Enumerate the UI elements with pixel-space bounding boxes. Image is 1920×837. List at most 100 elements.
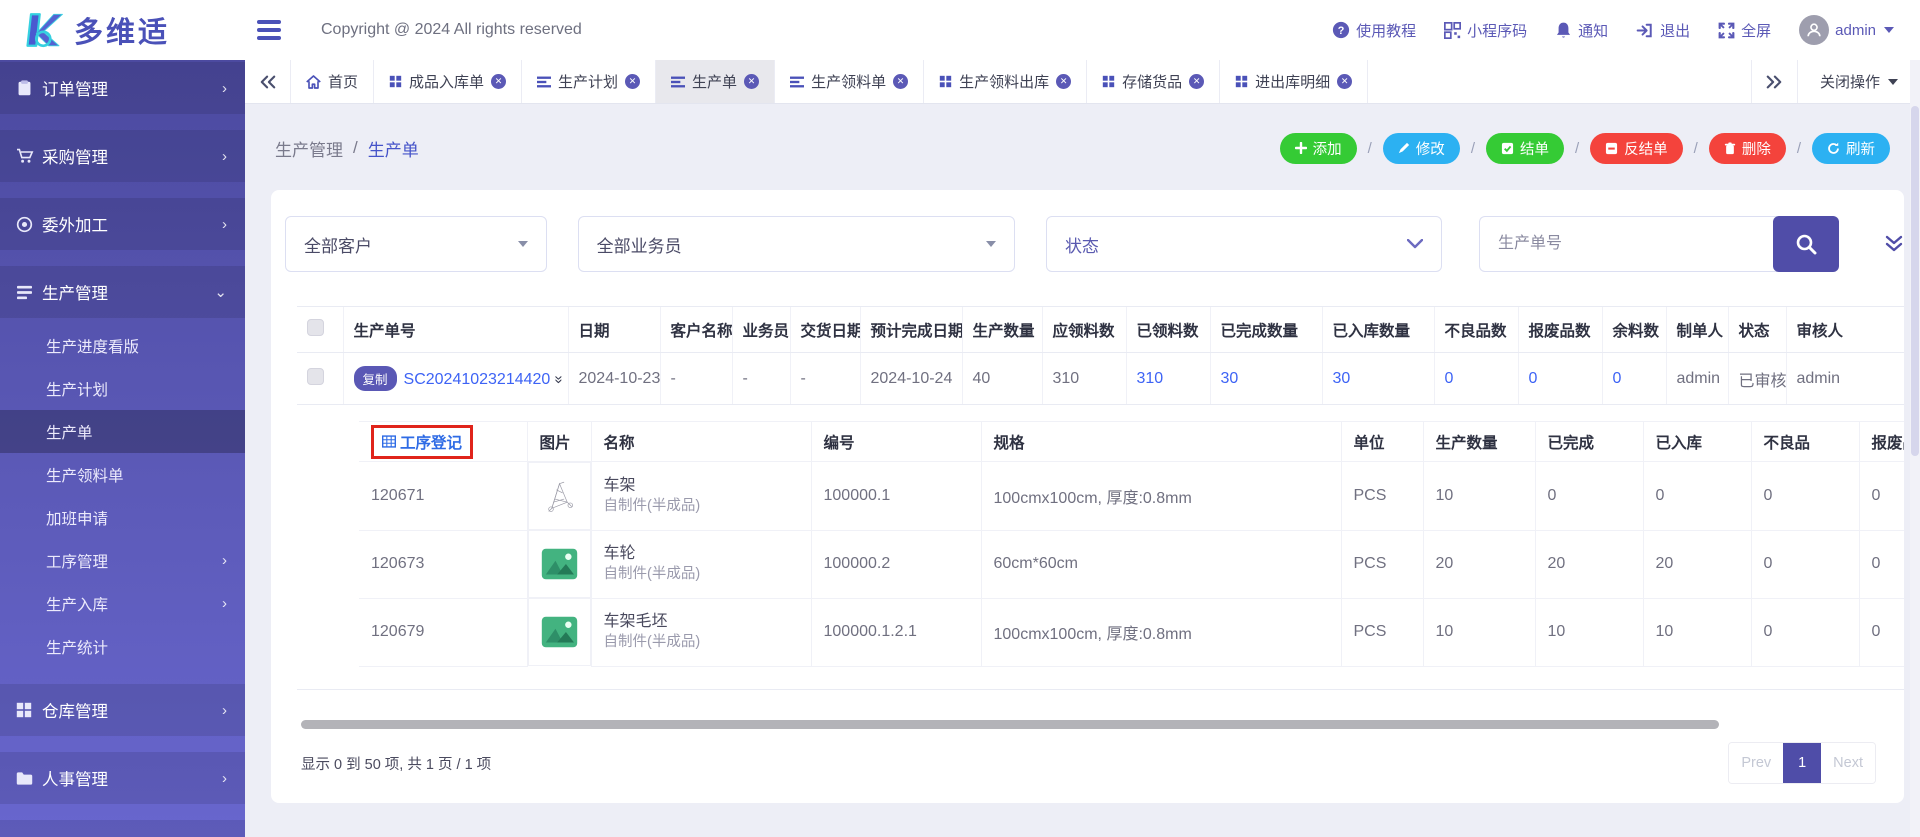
refresh-button[interactable]: 刷新 <box>1812 132 1890 164</box>
tab-home[interactable]: 首页 <box>291 60 375 103</box>
subcell-stored: 20 <box>1642 529 1752 599</box>
sidebar-subitem-production-stats[interactable]: 生产统计 <box>0 625 245 668</box>
close-icon[interactable]: ✕ <box>744 74 760 89</box>
vertical-scrollbar[interactable] <box>1911 106 1919 456</box>
tab-finished-goods-inbound[interactable]: 成品入库单 ✕ <box>374 60 523 103</box>
col-expected-date: 预计完成日期 <box>859 306 962 353</box>
close-icon[interactable]: ✕ <box>1337 74 1353 89</box>
defect-link[interactable]: 0 <box>1445 370 1454 387</box>
close-order-button[interactable]: 结单 <box>1485 132 1564 164</box>
tab-material-requisition[interactable]: 生产领料单 ✕ <box>775 60 925 103</box>
logo[interactable]: 多维适 <box>0 0 245 60</box>
subcell-unit: PCS <box>1340 529 1424 599</box>
sidebar-item-orders[interactable]: 订单管理 › <box>0 62 245 114</box>
tab-production-plan[interactable]: 生产计划 ✕ <box>522 60 657 103</box>
plus-icon <box>1294 142 1307 154</box>
status-select[interactable]: 状态 <box>1045 216 1442 272</box>
col-received-material: 已领料数 <box>1125 306 1210 353</box>
close-icon[interactable]: ✕ <box>1189 74 1205 89</box>
user-menu[interactable]: admin <box>1799 15 1894 45</box>
tab-stored-goods[interactable]: 存储货品 ✕ <box>1087 60 1221 103</box>
sidebar-subitem-production-plan[interactable]: 生产计划 <box>0 367 245 410</box>
miniprogram-link[interactable]: 小程序码 <box>1444 20 1527 41</box>
sidebar-item-finance[interactable]: ¥ 财务管理 › <box>0 820 245 837</box>
close-icon[interactable]: ✕ <box>893 74 909 89</box>
tab-label: 生产单 <box>692 74 738 91</box>
tab-label: 存储货品 <box>1122 74 1183 91</box>
sidebar-subitem-progress-board[interactable]: 生产进度看版 <box>0 324 245 367</box>
sidebar-subitem-production-inbound[interactable]: 生产入库 › <box>0 582 245 625</box>
scrap-link[interactable]: 0 <box>1529 370 1538 387</box>
chevron-down-icon: ⌄ <box>214 284 227 301</box>
horizontal-scrollbar[interactable] <box>301 720 1719 729</box>
cell-creator: admin <box>1665 352 1728 405</box>
tabs-scroll-left-button[interactable] <box>245 60 291 103</box>
salesman-select[interactable]: 全部业务员 <box>577 216 1015 272</box>
logo-k-icon <box>26 13 63 48</box>
sidebar-item-purchase[interactable]: 采购管理 › <box>0 130 245 182</box>
subcell-code: 120679 <box>359 597 528 667</box>
order-no-link[interactable]: SC20241023214420 <box>404 371 551 388</box>
subcell-scrap: 0 <box>1858 529 1904 599</box>
edit-button[interactable]: 修改 <box>1382 132 1460 164</box>
tab-production-order[interactable]: 生产单 ✕ <box>656 60 776 103</box>
copy-badge[interactable]: 复制 <box>353 366 397 391</box>
col-auditor: 审核人 <box>1785 306 1904 353</box>
sidebar-subitem-overtime-request[interactable]: 加班申请 <box>0 496 245 539</box>
select-all-checkbox[interactable] <box>307 318 324 336</box>
delete-button[interactable]: 删除 <box>1708 132 1786 164</box>
fullscreen-link[interactable]: 全屏 <box>1718 20 1771 41</box>
search-button[interactable] <box>1773 216 1839 272</box>
sidebar-subitem-material-requisition[interactable]: 生产领料单 <box>0 453 245 496</box>
current-page-button[interactable]: 1 <box>1783 743 1822 783</box>
hamburger-menu-icon[interactable] <box>257 20 281 40</box>
order-no-input[interactable] <box>1479 216 1777 272</box>
product-photo-image[interactable] <box>541 612 578 652</box>
tab-inout-detail[interactable]: 进出库明细 ✕ <box>1220 60 1369 103</box>
sidebar-item-warehouse[interactable]: 仓库管理 › <box>0 684 245 736</box>
close-operations-label: 关闭操作 <box>1819 74 1880 91</box>
trash-icon <box>1724 142 1735 154</box>
sidebar-subitem-production-order[interactable]: 生产单 <box>0 410 245 453</box>
customer-select[interactable]: 全部客户 <box>285 216 547 272</box>
sidebar-item-hr[interactable]: 人事管理 › <box>0 752 245 804</box>
close-icon[interactable]: ✕ <box>1056 74 1072 89</box>
completed-link[interactable]: 30 <box>1221 370 1239 387</box>
next-page-button[interactable]: Next <box>1821 743 1875 783</box>
logout-link[interactable]: 退出 <box>1636 20 1690 41</box>
close-icon[interactable]: ✕ <box>491 74 507 89</box>
product-photo-image[interactable] <box>541 544 578 584</box>
stored-link[interactable]: 30 <box>1333 370 1351 387</box>
subcell-unit: PCS <box>1340 597 1424 667</box>
username-label: admin <box>1835 21 1876 39</box>
reopen-order-button[interactable]: 反结单 <box>1590 132 1683 164</box>
row-checkbox[interactable] <box>307 367 324 385</box>
prev-page-button[interactable]: Prev <box>1729 743 1784 783</box>
annotation-rectangle: 工序登记 <box>371 424 474 459</box>
notifications-link[interactable]: 通知 <box>1555 20 1608 41</box>
product-sketch-image[interactable] <box>541 474 578 518</box>
collapse-row-icon[interactable]: » <box>551 375 568 383</box>
subcell-item-no: 100000.2 <box>810 529 982 599</box>
tab-material-outbound[interactable]: 生产领料出库 ✕ <box>924 60 1088 103</box>
add-button[interactable]: 添加 <box>1279 132 1357 164</box>
surplus-link[interactable]: 0 <box>1613 370 1622 387</box>
cell-auditor: admin <box>1785 352 1904 405</box>
sub-table-row: 120673 车轮 自制件(半成品) 100000.2 60cm*60cm PC… <box>359 529 1904 599</box>
col-surplus: 余料数 <box>1601 306 1666 353</box>
sidebar-item-outsourcing[interactable]: 委外加工 › <box>0 198 245 250</box>
close-icon[interactable]: ✕ <box>625 74 641 89</box>
sidebar-item-production[interactable]: 生产管理 ⌄ <box>0 266 245 318</box>
filter-expand-toggle[interactable] <box>1884 235 1904 253</box>
process-register-link[interactable]: 工序登记 <box>382 431 462 453</box>
tutorial-link[interactable]: ? 使用教程 <box>1332 20 1416 41</box>
sidebar-subitem-process-management[interactable]: 工序管理 › <box>0 539 245 582</box>
received-material-link[interactable]: 310 <box>1137 370 1164 387</box>
close-operations-dropdown[interactable]: 关闭操作 <box>1796 60 1920 103</box>
cart-icon <box>16 148 42 164</box>
cell-expected-date: 2024-10-24 <box>859 352 962 405</box>
subcell-spec: 60cm*60cm <box>980 529 1342 599</box>
tabs-scroll-right-button[interactable] <box>1750 60 1797 103</box>
breadcrumb-section[interactable]: 生产管理 <box>275 136 343 161</box>
table-header-row: 生产单号 日期 客户名称 业务员 交货日期 预计完成日期 生产数量 应领料数 已… <box>297 306 1904 353</box>
